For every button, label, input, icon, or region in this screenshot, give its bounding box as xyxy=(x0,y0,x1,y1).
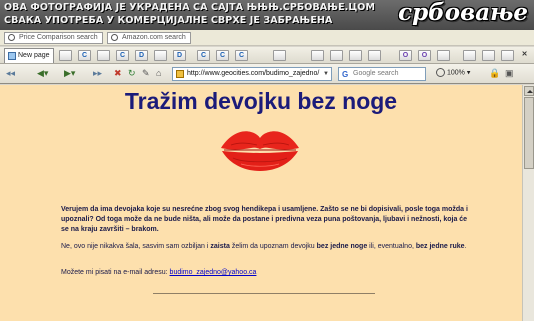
page-headline: Tražim devojku bez noge xyxy=(124,88,398,114)
camera-icon[interactable]: ▣ xyxy=(505,68,514,79)
close-tab-icon[interactable]: ✕ xyxy=(518,50,531,61)
tab-icon-6[interactable] xyxy=(154,50,167,61)
tab-icon-9[interactable]: C xyxy=(216,50,229,61)
tab-icon-18[interactable] xyxy=(437,50,450,61)
seriousness-text-1: Ne, ovo nije nikakva šala, sasvim sam oz… xyxy=(61,243,211,250)
reload-icon[interactable]: ↻ xyxy=(128,68,136,79)
address-url: http://www.geocities.com/budimo_zajedno/ xyxy=(187,70,320,77)
edit-icon[interactable]: ✎ xyxy=(142,68,150,79)
tab-icon-17[interactable]: O xyxy=(418,50,431,61)
zoom-control[interactable]: 100% ▾ xyxy=(436,68,470,77)
tab-icon-11[interactable] xyxy=(273,50,286,61)
home-icon[interactable]: ⌂ xyxy=(156,68,161,78)
tab-icon-12[interactable] xyxy=(311,50,324,61)
price-comparison-placeholder: Price Comparison search xyxy=(19,34,98,41)
seriousness-text-3: ili, eventualno, xyxy=(367,243,416,250)
tab-icon-13[interactable] xyxy=(330,50,343,61)
tab-icon-8[interactable]: C xyxy=(197,50,210,61)
lips-kiss-image xyxy=(221,131,299,171)
scroll-thumb[interactable] xyxy=(524,97,534,169)
google-icon: G xyxy=(342,70,349,79)
amazon-search-placeholder: Amazon.com search xyxy=(122,34,186,41)
tab-bar: New page C C D D C C C O O ✕ xyxy=(0,47,534,64)
email-link[interactable]: budimo_zajedno@yahoo.ca xyxy=(170,269,257,276)
tab-icon-4[interactable]: C xyxy=(116,50,129,61)
price-comparison-search-input[interactable]: Price Comparison search xyxy=(4,32,103,44)
seriousness-paragraph: Ne, ovo nije nikakva šala, sasvim sam oz… xyxy=(61,242,471,252)
address-bar[interactable]: http://www.geocities.com/budimo_zajedno/… xyxy=(172,67,332,81)
tab-icon-15[interactable] xyxy=(368,50,381,61)
zoom-icon xyxy=(436,68,445,77)
lock-icon[interactable]: 🔒 xyxy=(489,68,500,79)
scroll-up-button[interactable] xyxy=(524,86,534,96)
watermark-logo: србовање xyxy=(398,0,528,26)
forward-history-icon[interactable]: ▸▸ xyxy=(93,68,102,79)
watermark-line-1: ОВА ФОТОГРАФИЈА ЈЕ УКРАДЕНА СА САЈТА ЊЊЊ… xyxy=(4,2,376,13)
vertical-scrollbar[interactable] xyxy=(522,85,534,321)
tab-icon-2[interactable]: C xyxy=(78,50,91,61)
google-search-placeholder: Google search xyxy=(353,70,399,77)
search-icon xyxy=(8,34,15,41)
back-button[interactable]: ◀▾ xyxy=(37,68,48,79)
tab-icon-1[interactable] xyxy=(59,50,72,61)
forward-button[interactable]: ▶▾ xyxy=(64,68,75,79)
chevron-down-icon[interactable]: ▼ xyxy=(323,68,329,80)
tab-new-page[interactable]: New page xyxy=(4,48,54,63)
watermark-line-2: СВАКА УПОТРЕБА У КОМЕРЦИЈАЛНЕ СВРХЕ ЈЕ З… xyxy=(4,15,333,26)
navigation-toolbar: ◂◂ ◀▾ ▶▾ ▸▸ ✖ ↻ ✎ ⌂ http://www.geocities… xyxy=(0,64,534,84)
divider xyxy=(153,293,375,294)
tab-icon-20[interactable] xyxy=(482,50,495,61)
amazon-search-input[interactable]: Amazon.com search xyxy=(107,32,191,44)
tab-icon-3[interactable] xyxy=(97,50,110,61)
back-history-icon[interactable]: ◂◂ xyxy=(6,68,15,79)
seriousness-text-4: . xyxy=(464,243,467,250)
tab-icon-16[interactable]: O xyxy=(399,50,412,61)
page-content: Tražim devojku bez noge Verujem da ima d… xyxy=(0,85,522,321)
google-search-input[interactable]: G Google search xyxy=(338,67,426,81)
search-icon xyxy=(111,34,118,41)
contact-paragraph: Možete mi pisati na e-mail adresu: budim… xyxy=(61,268,471,278)
tab-icon-7[interactable]: D xyxy=(173,50,186,61)
tab-icon-10[interactable]: C xyxy=(235,50,248,61)
tab-icon-5[interactable]: D xyxy=(135,50,148,61)
tab-icon-19[interactable] xyxy=(463,50,476,61)
seriousness-text-2: želim da upoznam devojku xyxy=(229,243,317,250)
site-favicon xyxy=(176,70,184,78)
intro-paragraph: Verujem da ima devojaka koje su nesrećne… xyxy=(61,206,468,233)
seriousness-emphasis-1: zaista xyxy=(210,243,230,250)
stop-icon[interactable]: ✖ xyxy=(114,68,122,79)
watermark-banner: ОВА ФОТОГРАФИЈА ЈЕ УКРАДЕНА СА САЈТА ЊЊЊ… xyxy=(0,0,534,30)
zoom-level: 100% xyxy=(447,69,465,77)
search-toolbar: Price Comparison search Amazon.com searc… xyxy=(0,30,534,46)
tab-new-page-label: New page xyxy=(18,52,50,59)
tab-icon-21[interactable] xyxy=(501,50,514,61)
seriousness-emphasis-2: bez jedne noge xyxy=(316,243,368,250)
contact-prefix: Možete mi pisati na e-mail adresu: xyxy=(61,269,170,276)
page-icon xyxy=(8,52,16,60)
seriousness-emphasis-3: bez jedne ruke xyxy=(415,243,465,250)
tab-icon-14[interactable] xyxy=(349,50,362,61)
